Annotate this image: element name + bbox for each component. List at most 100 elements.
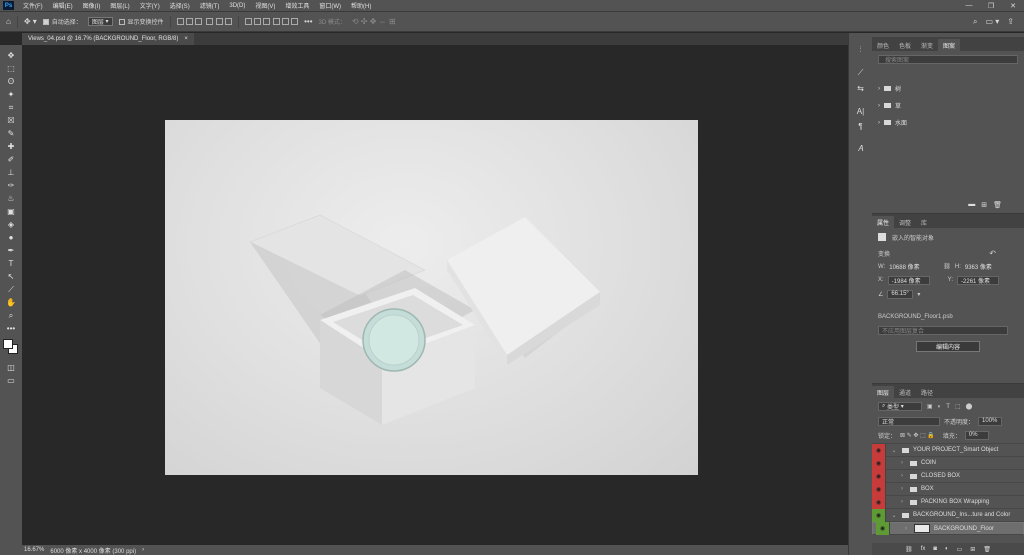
tab-properties[interactable]: 属性 [872, 216, 895, 228]
link-layers-icon[interactable]: ⛓ [905, 546, 913, 553]
share-icon[interactable]: ⇪ [1007, 17, 1014, 27]
frame-tool-icon[interactable]: ☒ [4, 114, 18, 127]
edit-toolbar-icon[interactable]: ••• [4, 322, 18, 335]
smart-filter-icon[interactable]: ⬤ [966, 403, 973, 410]
menu-view[interactable]: 视图(V) [250, 1, 280, 10]
distribute-bottom-icon[interactable] [291, 18, 299, 25]
y-field[interactable]: -2261 像素 [957, 275, 1000, 285]
home-icon[interactable]: ⌂ [6, 17, 11, 26]
brush-tool-icon[interactable]: ✐ [4, 153, 18, 166]
visibility-eye-icon[interactable]: ◉ [872, 469, 886, 483]
visibility-eye-icon[interactable]: ◉ [872, 456, 886, 470]
menu-help[interactable]: 帮助(H) [346, 1, 376, 10]
tab-layers[interactable]: 图层 [872, 386, 895, 398]
brush-settings-icon[interactable]: ⟋ [854, 66, 868, 80]
distribute-top-icon[interactable] [272, 18, 280, 25]
layer-row[interactable]: ◉ › BOX [872, 482, 1024, 496]
distribute-center-icon[interactable] [254, 18, 262, 25]
menu-select[interactable]: 选择(S) [165, 1, 195, 10]
new-group-icon[interactable]: ▬ [968, 201, 975, 209]
lasso-tool-icon[interactable]: ʘ [4, 75, 18, 88]
align-left-icon[interactable] [176, 18, 184, 25]
auto-select-dropdown[interactable]: 图层 ▾ [87, 17, 113, 26]
visibility-eye-icon[interactable]: ◉ [872, 443, 886, 457]
healing-tool-icon[interactable]: ✚ [4, 140, 18, 153]
distribute-left-icon[interactable] [244, 18, 252, 25]
tab-channels[interactable]: 通道 [894, 386, 916, 398]
menu-3d[interactable]: 3D(D) [224, 3, 250, 9]
edit-contents-button[interactable]: 编辑内容 [916, 340, 980, 352]
chevron-right-icon[interactable]: › [898, 460, 906, 466]
stamp-tool-icon[interactable]: ⊥ [4, 166, 18, 179]
magic-wand-tool-icon[interactable]: ✦ [4, 88, 18, 101]
layer-row[interactable]: ◉ › PACKING BOX Wrapping [872, 495, 1024, 509]
foreground-color[interactable] [3, 339, 13, 349]
new-layer-icon[interactable]: ⊞ [970, 546, 975, 553]
visibility-eye-icon[interactable]: ◉ [876, 522, 890, 535]
checkbox-unchecked[interactable] [118, 18, 125, 25]
move-tool-icon[interactable]: ✥ [4, 49, 18, 62]
layer-filter-dropdown[interactable]: ⌕ 类型 ▾ [878, 402, 922, 411]
blur-tool-icon[interactable]: ◈ [4, 218, 18, 231]
zoom-level[interactable]: 16.67% [24, 547, 44, 553]
adjust-icon[interactable]: ⇆ [854, 81, 868, 95]
reset-transform-icon[interactable]: ↶ [989, 249, 1018, 258]
lock-icons[interactable]: ⊠ ✎ ✥ ⬚ 🔒 [900, 432, 935, 439]
shape-filter-icon[interactable]: ⬚ [955, 403, 961, 410]
menu-type[interactable]: 文字(Y) [135, 1, 165, 10]
crop-tool-icon[interactable]: ⌗ [4, 101, 18, 114]
menu-image[interactable]: 图像(I) [78, 1, 106, 10]
angle-field[interactable]: 66.15° [887, 289, 914, 299]
pattern-search-input[interactable]: 搜索图案 [878, 55, 1018, 64]
blend-mode-dropdown[interactable]: 正常 [878, 416, 940, 426]
tab-libraries[interactable]: 库 [916, 216, 932, 228]
w-value[interactable]: 10688 像素 [889, 262, 931, 271]
pen-tool-icon[interactable]: ✒ [4, 244, 18, 257]
tab-swatches[interactable]: 色板 [894, 39, 916, 51]
menu-file[interactable]: 文件(F) [18, 1, 48, 10]
layer-row[interactable]: ◉ › BACKGROUND_Floor [872, 522, 1024, 535]
tab-patterns[interactable]: 图案 [938, 39, 961, 51]
marquee-tool-icon[interactable]: ⬚ [4, 62, 18, 75]
fill-field[interactable]: 0% [964, 430, 989, 440]
chevron-right-icon[interactable]: › [898, 499, 906, 505]
visibility-eye-icon[interactable]: ◉ [872, 508, 886, 522]
visibility-eye-icon[interactable]: ◉ [872, 482, 886, 496]
close-tab-icon[interactable]: × [184, 36, 188, 42]
type-filter-icon[interactable]: T [946, 404, 950, 410]
layer-row[interactable]: ◉ ⌄ BACKGROUND_Ins...ture and Color [872, 508, 1024, 522]
checkbox-checked[interactable] [42, 18, 49, 25]
dodge-tool-icon[interactable]: ● [4, 231, 18, 244]
color-swatches[interactable] [3, 339, 19, 355]
restore-button[interactable]: ❐ [980, 2, 1002, 10]
pattern-folder[interactable]: › 草 [872, 97, 1024, 114]
align-right-icon[interactable] [195, 18, 202, 25]
close-button[interactable]: ✕ [1002, 2, 1024, 10]
x-field[interactable]: -1984 像素 [887, 275, 930, 285]
tab-paths[interactable]: 路径 [916, 386, 938, 398]
chevron-right-icon[interactable]: › [878, 120, 880, 126]
history-brush-tool-icon[interactable]: ✑ [4, 179, 18, 192]
character-panel-icon[interactable]: A| [854, 104, 868, 118]
gradient-tool-icon[interactable]: ▣ [4, 205, 18, 218]
layer-row[interactable]: ◉ ⌄ YOUR PROJECT_Smart Object [872, 443, 1024, 457]
screen-mode-icon[interactable]: ▭ [4, 374, 18, 387]
opacity-field[interactable]: 100% [978, 416, 1003, 426]
pixel-filter-icon[interactable]: ▣ [927, 403, 933, 410]
chevron-down-icon[interactable]: ⌄ [890, 447, 898, 454]
adjustment-filter-icon[interactable]: ◐ [938, 404, 942, 410]
document-tab[interactable]: Views_04.psd @ 16.7% (BACKGROUND_Floor, … [22, 33, 194, 45]
tab-adjustments[interactable]: 调整 [894, 216, 916, 228]
chevron-right-icon[interactable]: › [902, 526, 910, 532]
fx-icon[interactable]: fx [921, 546, 926, 552]
3d-mode-icons[interactable]: ⟲ ✣ ✥ ⇔ ⊞ [352, 17, 396, 26]
history-panel-icon[interactable]: ⫶ [854, 43, 868, 57]
delete-layer-icon[interactable]: 🗑 [983, 546, 991, 553]
status-arrow[interactable]: › [142, 547, 144, 553]
tab-gradients[interactable]: 渐变 [916, 39, 938, 51]
link-icon[interactable]: ⛓ [943, 263, 951, 270]
tab-color[interactable]: 颜色 [872, 39, 894, 51]
menu-layer[interactable]: 图层(L) [105, 1, 134, 10]
chevron-right-icon[interactable]: › [878, 103, 880, 109]
hand-tool-icon[interactable]: ✋ [4, 296, 18, 309]
